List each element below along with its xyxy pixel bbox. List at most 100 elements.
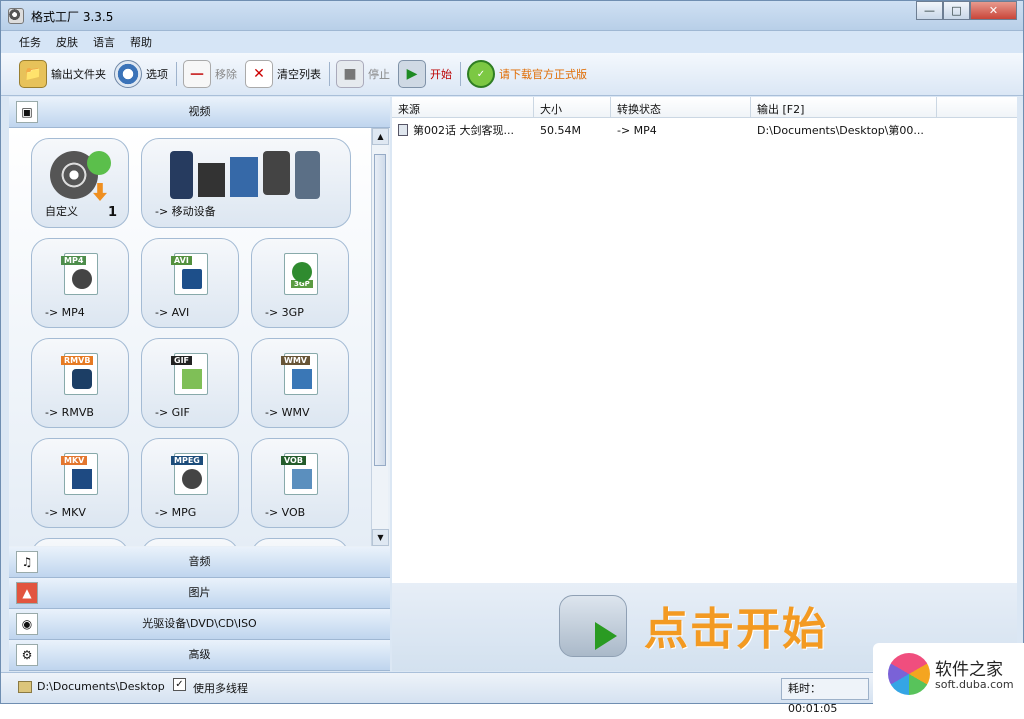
status-column-header[interactable]: 转换状态: [611, 97, 751, 117]
task-source-cell: 第002话 大剑客现...: [392, 122, 534, 138]
wmv-tile[interactable]: WMV -> WMV: [251, 338, 349, 428]
options-button[interactable]: 选项: [114, 58, 168, 90]
vob-label: -> VOB: [265, 506, 306, 519]
stop-label: 停止: [368, 68, 390, 81]
image-section-header[interactable]: ▲ 图片: [9, 578, 390, 609]
custom-tile-label: 自定义: [45, 205, 78, 218]
advanced-section-label: 高级: [188, 648, 211, 661]
gif-tile[interactable]: GIF -> GIF: [141, 338, 239, 428]
magnifier-icon: ✓: [467, 60, 495, 88]
rmvb-file-icon: RMVB: [61, 353, 98, 395]
more-tile[interactable]: [31, 538, 129, 546]
task-row[interactable]: 第002话 大剑客现... 50.54M -> MP4 D:\Documents…: [392, 118, 1017, 142]
remove-button[interactable]: — 移除: [183, 58, 237, 90]
vob-tile[interactable]: VOB -> VOB: [251, 438, 349, 528]
close-button[interactable]: ✕: [970, 1, 1017, 20]
source-column-header[interactable]: 来源: [392, 97, 534, 117]
scroll-thumb[interactable]: [374, 154, 386, 466]
gif-file-icon: GIF: [171, 353, 208, 395]
rmvb-label: -> RMVB: [45, 406, 94, 419]
size-column-header[interactable]: 大小: [534, 97, 611, 117]
mobile-devices-icon: [170, 151, 321, 199]
output-folder-label: 输出文件夹: [51, 68, 106, 81]
video-format-grid: 自定义 1 -> 移动设备 MP4 -> MP4 AVI -> AVI 3GP …: [9, 128, 371, 546]
empty-column-header: [937, 97, 1017, 117]
multithread-label: 使用多线程: [193, 682, 248, 695]
start-label: 开始: [430, 68, 452, 81]
more-tile[interactable]: [141, 538, 239, 546]
output-path[interactable]: D:\Documents\Desktop: [37, 680, 165, 693]
start-conversion-icon: [559, 595, 627, 657]
elapsed-time: 耗时：00:01:05: [781, 678, 869, 715]
main-window: 格式工厂 3.3.5 — □ ✕ 任务 皮肤 语言 帮助 📁 输出文件夹 选项 …: [0, 0, 1024, 715]
start-banner-text: 点击开始: [644, 604, 828, 655]
menu-task[interactable]: 任务: [19, 34, 41, 50]
title-bar: 格式工厂 3.3.5 — □ ✕: [1, 1, 1023, 31]
gear-icon: [114, 60, 142, 88]
remove-icon: —: [183, 60, 211, 88]
mobile-device-tile[interactable]: -> 移动设备: [141, 138, 351, 228]
mobile-device-label: -> 移动设备: [155, 205, 216, 218]
scroll-down-arrow-icon[interactable]: ▼: [372, 529, 389, 546]
multithread-checkbox[interactable]: ✓: [173, 678, 186, 691]
mpg-tile[interactable]: MPEG -> MPG: [141, 438, 239, 528]
user-icon: [87, 151, 111, 175]
clear-list-button[interactable]: ✕ 清空列表: [245, 58, 321, 90]
mp4-label: -> MP4: [45, 306, 85, 319]
maximize-button[interactable]: □: [943, 1, 970, 20]
toolbar-separator: [329, 62, 330, 86]
task-output-cell: D:\Documents\Desktop\第00...: [757, 124, 924, 137]
wmv-file-icon: WMV: [281, 353, 318, 395]
music-note-icon: ♫: [16, 551, 38, 573]
mp4-tile[interactable]: MP4 -> MP4: [31, 238, 129, 328]
avi-tile[interactable]: AVI -> AVI: [141, 238, 239, 328]
menu-language[interactable]: 语言: [93, 34, 115, 50]
mp4-file-icon: MP4: [61, 253, 98, 295]
menu-bar: 任务 皮肤 语言 帮助: [1, 31, 1023, 53]
output-column-header[interactable]: 输出 [F2]: [751, 97, 937, 117]
avi-label: -> AVI: [155, 306, 190, 319]
scroll-up-arrow-icon[interactable]: ▲: [372, 128, 389, 145]
wmv-label: -> WMV: [265, 406, 310, 419]
start-button[interactable]: ▶ 开始: [398, 58, 452, 90]
watermark-logo-icon: [888, 653, 930, 695]
menu-skin[interactable]: 皮肤: [56, 34, 78, 50]
custom-tile[interactable]: 自定义 1: [31, 138, 129, 228]
output-folder-button[interactable]: 📁 输出文件夹: [19, 58, 106, 90]
remove-label: 移除: [215, 68, 237, 81]
avi-file-icon: AVI: [171, 253, 208, 295]
video-file-icon: [398, 124, 408, 136]
app-icon: [8, 8, 24, 24]
rmvb-tile[interactable]: RMVB -> RMVB: [31, 338, 129, 428]
watermark-overlay: 软件之家 soft.duba.com: [873, 643, 1024, 705]
mkv-label: -> MKV: [45, 506, 86, 519]
window-title: 格式工厂 3.3.5: [31, 10, 114, 24]
advanced-section-header[interactable]: ⚙ 高级: [9, 640, 390, 671]
custom-tile-badge: 1: [108, 205, 118, 220]
toolbar: 📁 输出文件夹 选项 — 移除 ✕ 清空列表 ■ 停止 ▶ 开始 ✓ 请下载官方…: [1, 53, 1023, 96]
output-folder-icon: [18, 681, 32, 693]
vertical-scrollbar[interactable]: ▲ ▼: [371, 128, 389, 546]
stop-button[interactable]: ■ 停止: [336, 58, 390, 90]
task-status-cell: -> MP4: [617, 123, 657, 137]
advanced-film-icon: ⚙: [16, 644, 38, 666]
device-section-header[interactable]: ◉ 光驱设备\DVD\CD\ISO: [9, 609, 390, 640]
download-official-link[interactable]: ✓ 请下载官方正式版: [467, 58, 587, 90]
mkv-file-icon: MKV: [61, 453, 98, 495]
status-bar: D:\Documents\Desktop ✓ 使用多线程 耗时：00:01:05: [1, 672, 1023, 715]
3gp-tile[interactable]: 3GP -> 3GP: [251, 238, 349, 328]
video-section-header[interactable]: ▣ 视频: [9, 97, 390, 128]
watermark-url: soft.duba.com: [935, 678, 1014, 691]
3gp-label: -> 3GP: [265, 306, 304, 319]
audio-section-header[interactable]: ♫ 音频: [9, 547, 390, 578]
clear-icon: ✕: [245, 60, 273, 88]
more-tile[interactable]: [251, 538, 349, 546]
video-section-label: 视频: [188, 105, 211, 118]
minimize-button[interactable]: —: [916, 1, 943, 20]
device-section-label: 光驱设备\DVD\CD\ISO: [142, 617, 257, 630]
task-list-panel: 来源 大小 转换状态 输出 [F2] 第002话 大剑客现... 50.54M …: [392, 97, 1017, 671]
mkv-tile[interactable]: MKV -> MKV: [31, 438, 129, 528]
watermark-title: 软件之家: [935, 660, 1003, 680]
picture-icon: ▲: [16, 582, 38, 604]
menu-help[interactable]: 帮助: [130, 34, 152, 50]
